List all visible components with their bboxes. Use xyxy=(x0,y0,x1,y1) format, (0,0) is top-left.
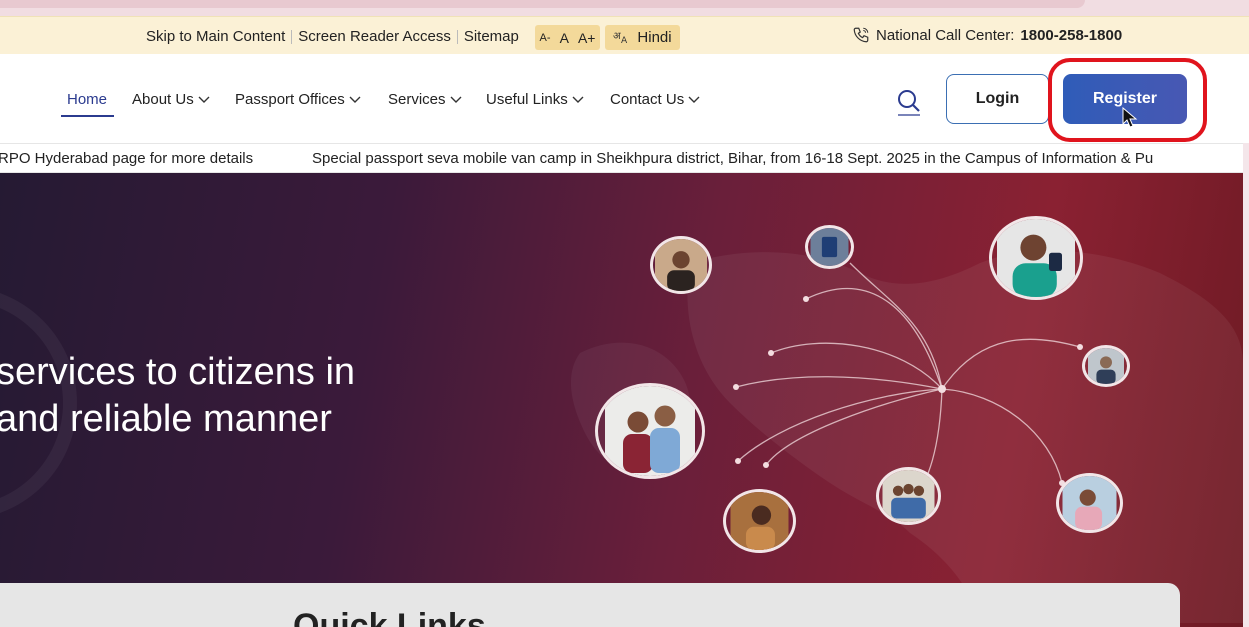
browser-strip xyxy=(0,0,1249,16)
login-button[interactable]: Login xyxy=(946,74,1049,124)
avatar-photo xyxy=(595,383,705,479)
hindi-language-button[interactable]: अA Hindi xyxy=(605,25,680,50)
utility-links: Skip to Main Content Screen Reader Acces… xyxy=(146,28,519,45)
divider xyxy=(456,29,458,44)
hero-banner: services to citizens in and reliable man… xyxy=(0,173,1243,627)
nav-item-contact-us[interactable]: Contact Us xyxy=(610,91,700,108)
avatar-photo xyxy=(989,216,1083,300)
chevron-down-icon xyxy=(349,96,361,103)
call-center: National Call Center: 1800-258-1800 xyxy=(852,26,1122,44)
avatar-photo xyxy=(650,236,712,294)
translate-icon: अA xyxy=(613,28,631,47)
call-center-label: National Call Center: xyxy=(876,26,1015,44)
nav-item-about-us[interactable]: About Us xyxy=(132,91,210,108)
nav-item-passport-offices[interactable]: Passport Offices xyxy=(235,91,361,108)
chevron-down-icon xyxy=(688,96,700,103)
ticker-item[interactable]: RPO Hyderabad page for more details xyxy=(0,150,253,167)
chevron-down-icon xyxy=(572,96,584,103)
ticker-clip: Special passport seva mobile van camp in… xyxy=(312,144,1180,172)
hindi-label: Hindi xyxy=(637,29,672,46)
font-normal-button[interactable]: A xyxy=(560,30,569,46)
phone-icon xyxy=(853,27,869,43)
nav-item-label: Contact Us xyxy=(610,91,685,108)
nav-item-label: Home xyxy=(67,91,108,108)
skip-to-main-link[interactable]: Skip to Main Content xyxy=(146,28,285,45)
search-icon[interactable] xyxy=(896,88,922,116)
avatar-photo xyxy=(1056,473,1123,533)
call-center-number[interactable]: 1800-258-1800 xyxy=(1020,27,1122,44)
chevron-down-icon xyxy=(198,96,210,103)
nav-item-label: Useful Links xyxy=(486,91,568,108)
avatar-photo xyxy=(1082,345,1130,387)
avatar-photo xyxy=(805,225,854,269)
svg-text:A: A xyxy=(621,36,628,44)
avatar-photo xyxy=(876,467,941,525)
hero-heading-line-2: and reliable manner xyxy=(0,398,332,440)
svg-text:अ: अ xyxy=(613,31,621,42)
nav-item-home[interactable]: Home xyxy=(67,91,107,108)
quick-links-title: Quick Links xyxy=(293,607,486,627)
quick-links-panel: Quick Links xyxy=(0,583,1180,627)
font-size-controls: A- A A+ xyxy=(535,25,600,50)
nav-item-services[interactable]: Services xyxy=(388,91,462,108)
page-scrollbar[interactable] xyxy=(1243,143,1249,627)
utility-bar: Skip to Main Content Screen Reader Acces… xyxy=(0,16,1249,54)
mouse-cursor-icon xyxy=(1122,107,1138,128)
browser-tab-bar xyxy=(0,0,1085,8)
active-nav-underline xyxy=(61,115,114,117)
hero-heading-line-1: services to citizens in xyxy=(0,351,356,393)
divider xyxy=(291,29,293,44)
chevron-down-icon xyxy=(450,96,462,103)
font-increase-button[interactable]: A+ xyxy=(578,30,596,46)
screen-reader-link[interactable]: Screen Reader Access xyxy=(298,28,451,45)
nav-item-label: About Us xyxy=(132,91,194,108)
font-decrease-button[interactable]: A- xyxy=(540,32,551,44)
nav-item-useful-links[interactable]: Useful Links xyxy=(486,91,584,108)
sitemap-link[interactable]: Sitemap xyxy=(464,28,519,45)
nav-item-label: Services xyxy=(388,91,446,108)
ticker-item[interactable]: Special passport seva mobile van camp in… xyxy=(312,150,1153,167)
nav-item-label: Passport Offices xyxy=(235,91,345,108)
main-navigation: Home About Us Passport Offices Services … xyxy=(0,55,1249,143)
avatar-photo xyxy=(723,489,796,553)
news-ticker: RPO Hyderabad page for more details Spec… xyxy=(0,143,1249,173)
